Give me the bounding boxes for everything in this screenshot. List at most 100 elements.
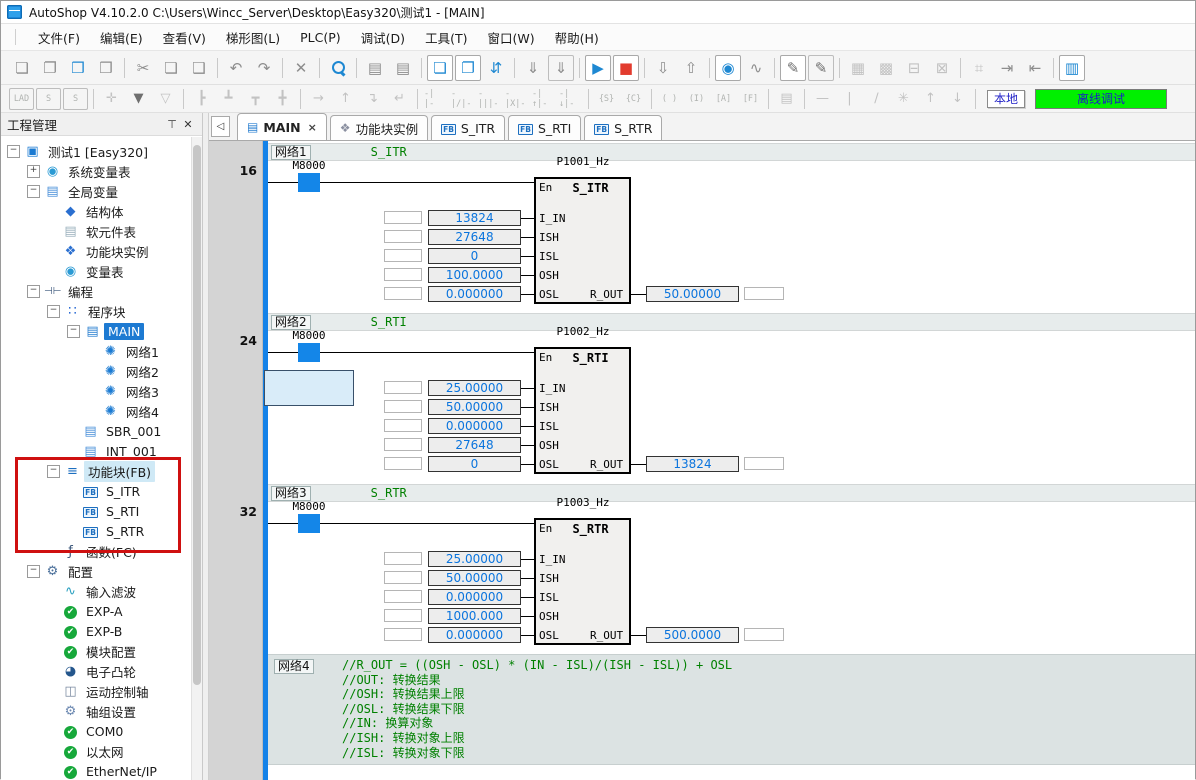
lad-mode-icon[interactable]: LAD xyxy=(9,88,34,110)
output-operand-box[interactable] xyxy=(744,457,784,470)
tree-toggle-icon[interactable]: − xyxy=(7,145,20,158)
tree-item-electronic-cam[interactable]: ◕电子凸轮 xyxy=(1,661,192,681)
pin-value-box[interactable]: 25.00000 xyxy=(428,551,521,567)
jump-in-icon[interactable]: ⇥ xyxy=(994,55,1020,81)
stop-icon[interactable]: ■ xyxy=(613,55,639,81)
monitor-icon[interactable]: ◉ xyxy=(715,55,741,81)
line-up-icon[interactable]: ↑ xyxy=(333,88,358,110)
tree-item-functions-fc[interactable]: ƒ函数(FC) xyxy=(1,541,192,561)
tab-s-rti[interactable]: FBS_RTI xyxy=(508,115,581,140)
pin-value-box[interactable]: 100.0000 xyxy=(428,267,521,283)
tree-item-function-blocks[interactable]: −≡功能块(FB) xyxy=(1,461,192,481)
pin-value-box[interactable]: 0 xyxy=(428,248,521,264)
tab-main[interactable]: ▤MAIN× xyxy=(237,113,327,140)
contact-fall-icon[interactable]: -|↓|- xyxy=(558,88,583,110)
tree-item-fb-s-rti[interactable]: FBS_RTI xyxy=(1,501,192,521)
jump-out-icon[interactable]: ⇤ xyxy=(1022,55,1048,81)
tab-close-icon[interactable]: × xyxy=(308,121,317,134)
app-instr-icon[interactable]: [A] xyxy=(711,88,736,110)
tab-scroll-left-icon[interactable]: ◁ xyxy=(211,116,230,137)
down-solid-icon[interactable]: ▼ xyxy=(126,88,151,110)
tree-item-global-vars[interactable]: −▤全局变量 xyxy=(1,181,192,201)
grid-delete-icon[interactable]: ▩ xyxy=(873,55,899,81)
window-cascade-icon[interactable]: ❏ xyxy=(427,55,453,81)
ladder-canvas[interactable]: 网络1S_ITRM8000P1001_HzEnS_ITR13824I_IN276… xyxy=(268,141,1195,780)
menu-item-3[interactable]: 梯形图(L) xyxy=(217,25,289,50)
output-value-box[interactable]: 500.0000 xyxy=(646,627,739,643)
tab-s-itr[interactable]: FBS_ITR xyxy=(431,115,505,140)
operand-box[interactable] xyxy=(384,628,422,641)
operand-box[interactable] xyxy=(384,400,422,413)
edit-icon[interactable]: ✎ xyxy=(808,55,834,81)
paste-icon[interactable]: ❑ xyxy=(186,55,212,81)
contact-m8000[interactable] xyxy=(298,514,320,533)
insert-cross-icon[interactable]: ✛ xyxy=(99,88,124,110)
operand-box[interactable] xyxy=(384,211,422,224)
tree-item-var-table[interactable]: ◉变量表 xyxy=(1,261,192,281)
tree-scrollbar[interactable] xyxy=(191,137,202,780)
copy-icon[interactable]: ❏ xyxy=(158,55,184,81)
tree-item-sbr-001[interactable]: ▤SBR_001 xyxy=(1,421,192,441)
menu-item-5[interactable]: 调试(D) xyxy=(352,25,414,50)
operand-box[interactable] xyxy=(384,249,422,262)
menu-item-8[interactable]: 帮助(H) xyxy=(546,25,608,50)
tree-item-exp-a[interactable]: ✔EXP-A xyxy=(1,601,192,621)
save-all-icon[interactable]: ❒ xyxy=(93,55,119,81)
trace-icon[interactable]: ∿ xyxy=(743,55,769,81)
tree-item-fb-instance[interactable]: ❖功能块实例 xyxy=(1,241,192,261)
grid-convert-icon[interactable]: ▦ xyxy=(845,55,871,81)
pin-value-box[interactable]: 27648 xyxy=(428,229,521,245)
compile-icon[interactable]: ⇓ xyxy=(520,55,546,81)
tree-item-fb-s-itr[interactable]: FBS_ITR xyxy=(1,481,192,501)
contact-m8000[interactable] xyxy=(298,343,320,362)
cell-selection[interactable] xyxy=(264,370,354,406)
tree-toggle-icon[interactable]: − xyxy=(27,565,40,578)
tree-item-fb-s-rtr[interactable]: FBS_RTR xyxy=(1,521,192,541)
output-operand-box[interactable] xyxy=(744,287,784,300)
pin-icon[interactable]: ⊤ xyxy=(164,116,180,132)
tree-item-network-4[interactable]: ✺网络4 xyxy=(1,401,192,421)
menu-item-4[interactable]: PLC(P) xyxy=(291,27,350,48)
tree-item-network-1[interactable]: ✺网络1 xyxy=(1,341,192,361)
tree-toggle-icon[interactable]: − xyxy=(27,185,40,198)
pin-value-box[interactable]: 25.00000 xyxy=(428,380,521,396)
tree-toggle-icon[interactable]: − xyxy=(47,305,60,318)
menu-item-6[interactable]: 工具(T) xyxy=(416,25,476,50)
arrow-up-icon[interactable]: ↑ xyxy=(918,88,943,110)
operand-box[interactable] xyxy=(384,590,422,603)
st-mode-icon[interactable]: S xyxy=(63,88,88,110)
rung-top-icon[interactable]: ┳ xyxy=(243,88,268,110)
tree-item-input-filter[interactable]: ∿输入滤波 xyxy=(1,581,192,601)
redo-icon[interactable]: ↷ xyxy=(251,55,277,81)
tree-item-module-config[interactable]: ✔模块配置 xyxy=(1,641,192,661)
vline-icon[interactable]: | xyxy=(837,88,862,110)
tree-item-config[interactable]: −⚙配置 xyxy=(1,561,192,581)
operand-box[interactable] xyxy=(384,230,422,243)
operand-box[interactable] xyxy=(384,381,422,394)
search-icon[interactable] xyxy=(325,55,351,81)
func-instr-icon[interactable]: [F] xyxy=(738,88,763,110)
pin-value-box[interactable]: 0.000000 xyxy=(428,418,521,434)
operand-box[interactable] xyxy=(384,571,422,584)
contact-rise-icon[interactable]: -|↑|- xyxy=(531,88,556,110)
coil-reset-icon[interactable]: {C} xyxy=(621,88,646,110)
print-preview-icon[interactable]: ▤ xyxy=(362,55,388,81)
star-line-icon[interactable]: ✳ xyxy=(891,88,916,110)
download-icon[interactable]: ⇩ xyxy=(650,55,676,81)
tree-item-ethernet-ip[interactable]: ✔EtherNet/IP xyxy=(1,761,192,780)
tree-item-network-3[interactable]: ✺网络3 xyxy=(1,381,192,401)
tab-s-rtr[interactable]: FBS_RTR xyxy=(584,115,662,140)
operand-box[interactable] xyxy=(384,438,422,451)
line-right-icon[interactable]: → xyxy=(306,88,331,110)
table-view-icon[interactable]: ▥ xyxy=(1059,55,1085,81)
coil-inv-icon[interactable]: (I) xyxy=(684,88,709,110)
sfc-mode-icon[interactable]: S xyxy=(36,88,61,110)
tree-item-program-blocks[interactable]: −∷程序块 xyxy=(1,301,192,321)
tree-item-com0[interactable]: ✔COM0 xyxy=(1,721,192,741)
tree-item-axis-group[interactable]: ⚙轴组设置 xyxy=(1,701,192,721)
ladder-convert-icon[interactable]: ⇵ xyxy=(483,55,509,81)
hline-icon[interactable]: — xyxy=(810,88,835,110)
debug-write-icon[interactable]: ✎ xyxy=(780,55,806,81)
rung-left-icon[interactable]: ┣ xyxy=(189,88,214,110)
tree-item-exp-b[interactable]: ✔EXP-B xyxy=(1,621,192,641)
